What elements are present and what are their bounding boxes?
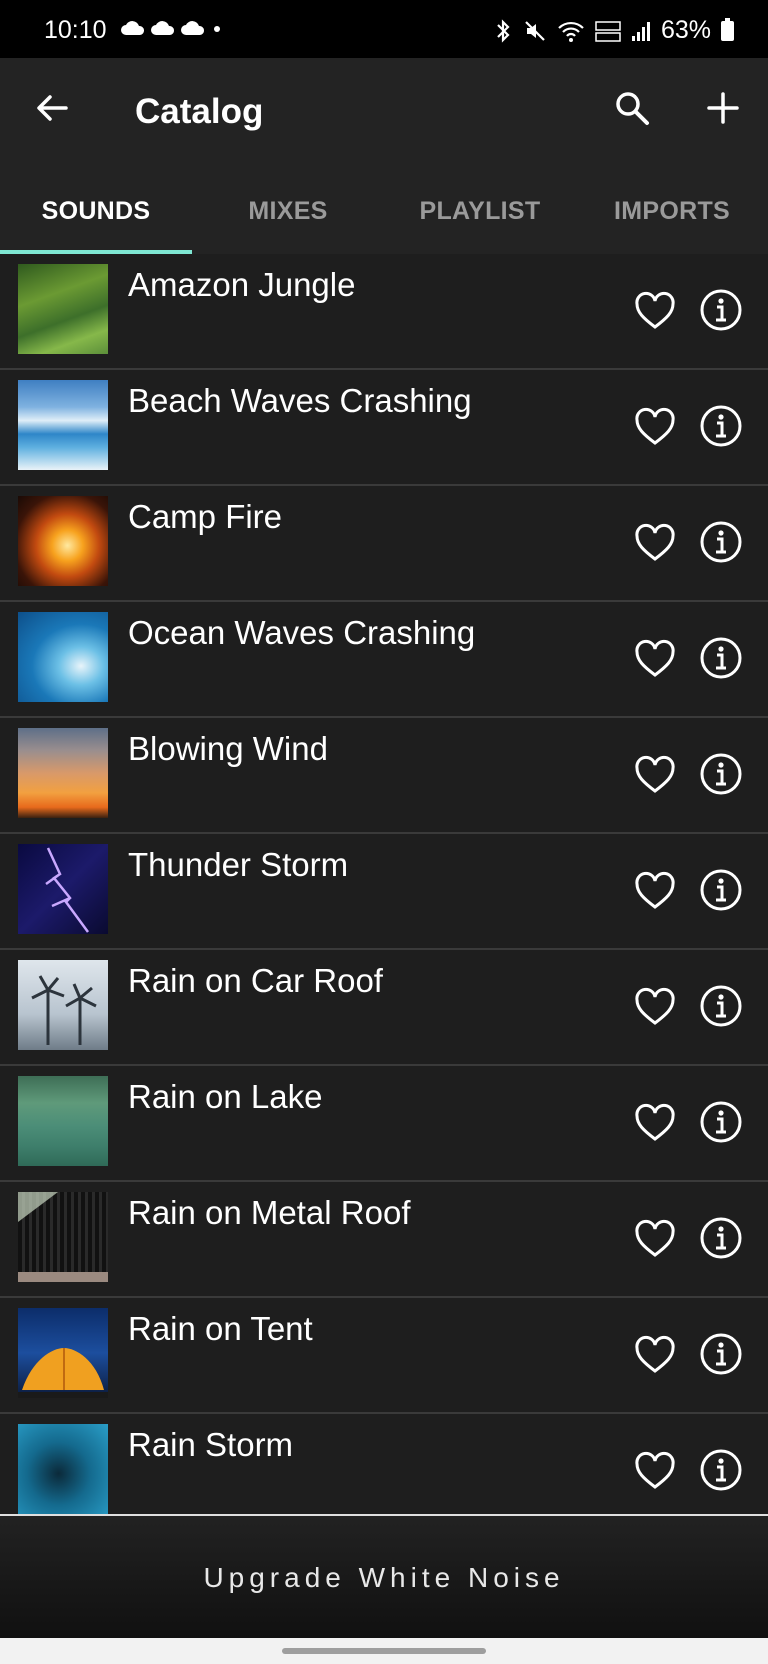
sound-title: Rain on Metal Roof xyxy=(128,1194,411,1231)
heart-icon[interactable] xyxy=(634,638,676,680)
sound-title: Blowing Wind xyxy=(128,730,328,767)
heart-icon[interactable] xyxy=(634,406,676,448)
cloud-sync-icon xyxy=(121,21,145,35)
bluetooth-icon xyxy=(497,18,510,43)
info-icon[interactable] xyxy=(699,288,743,332)
tent-graphic xyxy=(18,1348,108,1398)
add-icon[interactable] xyxy=(703,88,743,128)
list-item[interactable]: Rain on Lake xyxy=(0,1066,768,1182)
heart-icon[interactable] xyxy=(634,1334,676,1376)
upgrade-label: Upgrade White Noise xyxy=(203,1562,565,1593)
list-item[interactable]: Blowing Wind xyxy=(0,718,768,834)
list-item[interactable]: Beach Waves Crashing xyxy=(0,370,768,486)
list-item[interactable]: Thunder Storm xyxy=(0,834,768,950)
sound-title: Amazon Jungle xyxy=(128,266,356,303)
heart-icon[interactable] xyxy=(634,870,676,912)
status-time: 10:10 xyxy=(44,16,107,44)
sound-title: Camp Fire xyxy=(128,498,283,535)
info-icon[interactable] xyxy=(699,1100,743,1144)
sound-title: Rain Storm xyxy=(128,1426,294,1463)
tab-playlist[interactable]: PLAYLIST xyxy=(384,168,576,254)
info-icon[interactable] xyxy=(699,1448,743,1492)
wifi-icon xyxy=(558,21,584,42)
cloud-sync-icon xyxy=(181,21,205,35)
notification-dot-icon xyxy=(214,26,220,32)
list-item[interactable]: Rain on Metal Roof xyxy=(0,1182,768,1298)
status-notifications xyxy=(120,18,224,38)
sound-title: Rain on Car Roof xyxy=(128,962,383,999)
thumbnail-image xyxy=(18,1076,108,1166)
upgrade-button[interactable]: Upgrade White Noise xyxy=(0,1514,768,1640)
thumbnail-image xyxy=(18,380,108,470)
sound-title: Ocean Waves Crashing xyxy=(128,614,476,651)
lightning-graphic xyxy=(45,847,90,933)
palm-tree-graphic xyxy=(31,975,97,1045)
heart-icon[interactable] xyxy=(634,522,676,564)
thumbnail-image xyxy=(18,728,108,818)
list-item[interactable]: Rain on Car Roof xyxy=(0,950,768,1066)
info-icon[interactable] xyxy=(699,868,743,912)
list-item[interactable]: Rain on Tent xyxy=(0,1298,768,1414)
cloud-sync-icon xyxy=(151,21,175,35)
volte-icon xyxy=(595,20,621,42)
home-handle[interactable] xyxy=(282,1648,486,1654)
tab-bar: SOUNDS MIXES PLAYLIST IMPORTS xyxy=(0,168,768,254)
info-icon[interactable] xyxy=(699,752,743,796)
list-item[interactable]: Amazon Jungle xyxy=(0,254,768,370)
search-icon[interactable] xyxy=(612,88,652,128)
list-item[interactable]: Rain Storm xyxy=(0,1414,768,1530)
sound-list: Amazon Jungle Beach Waves Crashing Camp … xyxy=(0,254,768,1530)
signal-icon xyxy=(631,21,650,41)
thumbnail-image xyxy=(18,496,108,586)
thumbnail-image xyxy=(18,1424,108,1514)
thumbnail-image xyxy=(18,844,108,934)
sound-title: Beach Waves Crashing xyxy=(128,382,472,419)
roof-graphic xyxy=(18,1192,108,1282)
info-icon[interactable] xyxy=(699,1216,743,1260)
gesture-nav-bar xyxy=(0,1638,768,1664)
info-icon[interactable] xyxy=(699,1332,743,1376)
back-arrow-icon[interactable] xyxy=(32,88,72,128)
heart-icon[interactable] xyxy=(634,754,676,796)
tab-imports[interactable]: IMPORTS xyxy=(576,168,768,254)
heart-icon[interactable] xyxy=(634,1218,676,1260)
info-icon[interactable] xyxy=(699,984,743,1028)
heart-icon[interactable] xyxy=(634,1102,676,1144)
thumbnail-image xyxy=(18,612,108,702)
thumbnail-image xyxy=(18,1308,108,1398)
thumbnail-image xyxy=(18,960,108,1050)
battery-percent: 63% xyxy=(660,16,711,44)
heart-icon[interactable] xyxy=(634,986,676,1028)
list-item[interactable]: Camp Fire xyxy=(0,486,768,602)
page-title: Catalog xyxy=(135,92,264,131)
tab-sounds[interactable]: SOUNDS xyxy=(0,168,192,254)
info-icon[interactable] xyxy=(699,520,743,564)
info-icon[interactable] xyxy=(699,404,743,448)
thumbnail-image xyxy=(18,1192,108,1282)
sound-title: Rain on Lake xyxy=(128,1078,323,1115)
sound-title: Thunder Storm xyxy=(128,846,349,883)
sound-title: Rain on Tent xyxy=(128,1310,313,1347)
heart-icon[interactable] xyxy=(634,290,676,332)
thumbnail-image xyxy=(18,264,108,354)
mute-icon xyxy=(525,20,545,41)
info-icon[interactable] xyxy=(699,636,743,680)
tab-mixes[interactable]: MIXES xyxy=(192,168,384,254)
status-bar: 10:10 63% xyxy=(0,0,768,58)
app-bar: Catalog xyxy=(0,58,768,168)
battery-icon xyxy=(721,17,734,41)
heart-icon[interactable] xyxy=(634,1450,676,1492)
status-right: 63% xyxy=(493,16,734,45)
list-item[interactable]: Ocean Waves Crashing xyxy=(0,602,768,718)
